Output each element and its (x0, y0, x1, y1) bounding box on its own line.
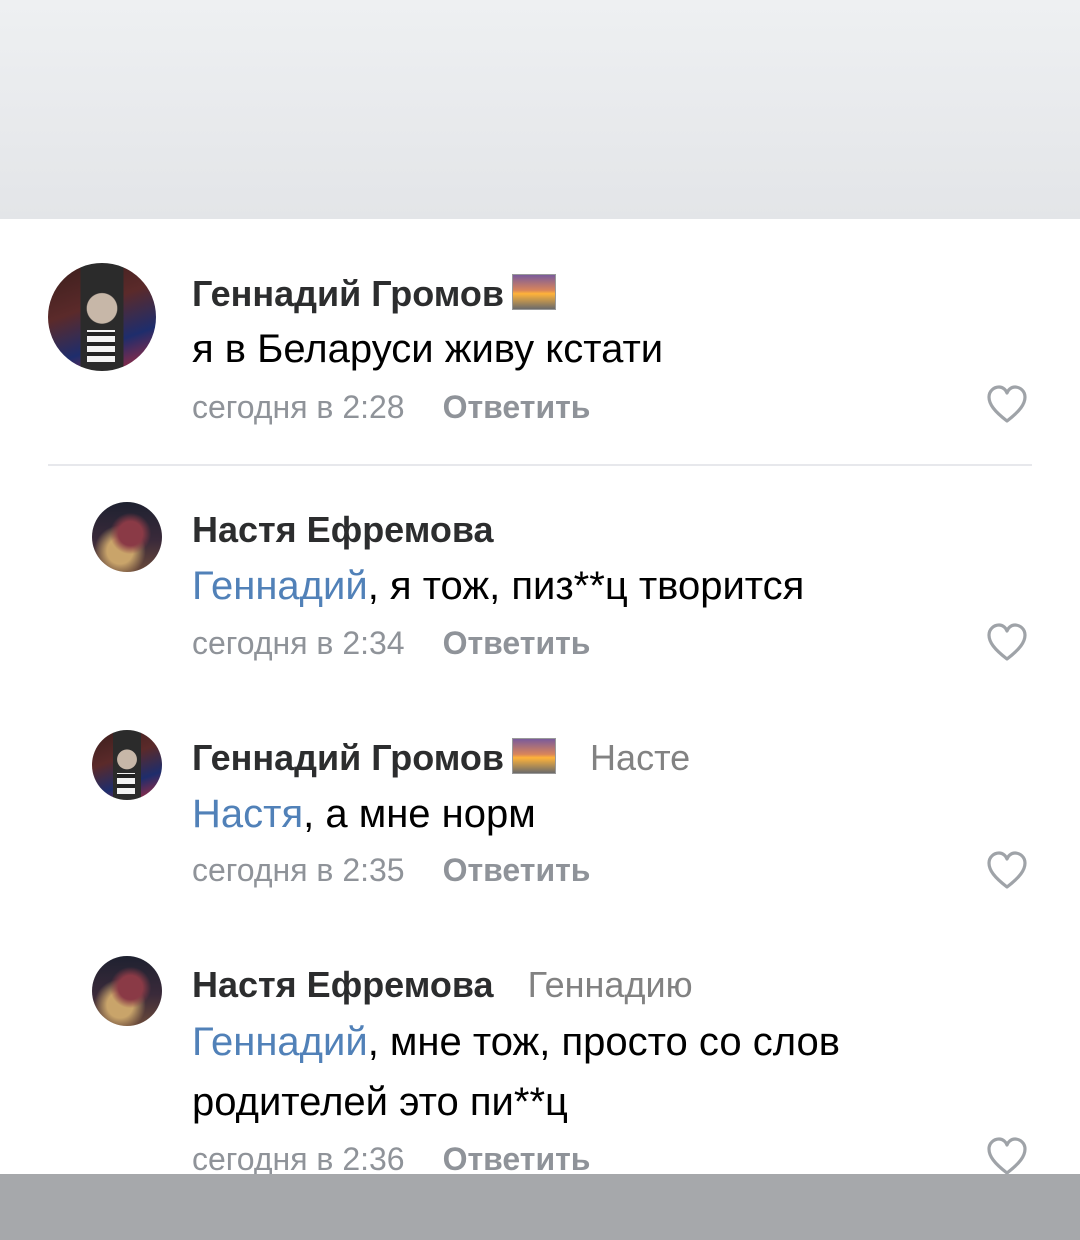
comment-text: Геннадий, мне тож, просто со слов (192, 1012, 840, 1072)
avatar[interactable] (92, 502, 162, 572)
reply-button[interactable]: Ответить (443, 1141, 591, 1174)
mention-link[interactable]: Геннадий (192, 1020, 368, 1064)
reply-to-label[interactable]: Насте (590, 737, 690, 778)
comment-author[interactable]: Настя Ефремова Геннадию (192, 964, 693, 1006)
comment-body: , я тож, пиз**ц творится (367, 564, 805, 608)
comment-text-line-2: родителей это пи**ц (192, 1072, 568, 1132)
heart-outline-icon[interactable] (986, 851, 1028, 891)
bottom-bar (0, 1174, 1080, 1240)
mention-link[interactable]: Настя (192, 792, 303, 836)
author-name[interactable]: Настя Ефремова (192, 509, 494, 550)
reply-to-label[interactable]: Геннадию (528, 964, 693, 1005)
comment-meta: сегодня в 2:36 Ответить (192, 1141, 590, 1174)
avatar[interactable] (48, 263, 156, 371)
comment-text: Геннадий, я тож, пиз**ц творится (192, 556, 804, 616)
heart-outline-icon[interactable] (986, 1137, 1028, 1174)
comments-list: Геннадий Громов я в Беларуси живу кстати… (0, 219, 1080, 1174)
heart-outline-icon[interactable] (986, 385, 1028, 425)
comment-author[interactable]: Настя Ефремова (192, 509, 494, 551)
author-name[interactable]: Геннадий Громов (192, 273, 504, 314)
comment-divider (48, 464, 1032, 466)
comment-time: сегодня в 2:28 (192, 389, 405, 425)
reply-button[interactable]: Ответить (443, 625, 591, 661)
comment-time: сегодня в 2:34 (192, 625, 405, 661)
sunset-flag-icon (512, 738, 557, 774)
comment-body-continued: родителей это пи**ц (192, 1080, 568, 1124)
comment-time: сегодня в 2:35 (192, 852, 405, 888)
top-header-area (0, 0, 1080, 219)
comment-author[interactable]: Геннадий Громов (192, 273, 557, 315)
comment-meta: сегодня в 2:28 Ответить (192, 389, 590, 426)
heart-outline-icon[interactable] (986, 623, 1028, 663)
comment-meta: сегодня в 2:35 Ответить (192, 852, 590, 889)
author-name[interactable]: Геннадий Громов (192, 737, 504, 778)
sunset-flag-icon (512, 274, 557, 310)
comment-body: , мне тож, просто со слов (367, 1020, 840, 1064)
comment-body: , а мне норм (303, 792, 536, 836)
avatar[interactable] (92, 730, 162, 800)
mention-link[interactable]: Геннадий (192, 564, 368, 608)
comment-text: я в Беларуси живу кстати (192, 319, 663, 379)
avatar[interactable] (92, 956, 162, 1026)
comment-body: я в Беларуси живу кстати (192, 327, 664, 371)
comment-author[interactable]: Геннадий Громов Насте (192, 737, 690, 779)
reply-button[interactable]: Ответить (443, 852, 591, 888)
reply-button[interactable]: Ответить (443, 389, 591, 425)
comment-time: сегодня в 2:36 (192, 1141, 405, 1174)
comment-text: Настя, а мне норм (192, 784, 536, 844)
comment-meta: сегодня в 2:34 Ответить (192, 625, 590, 662)
author-name[interactable]: Настя Ефремова (192, 964, 494, 1005)
